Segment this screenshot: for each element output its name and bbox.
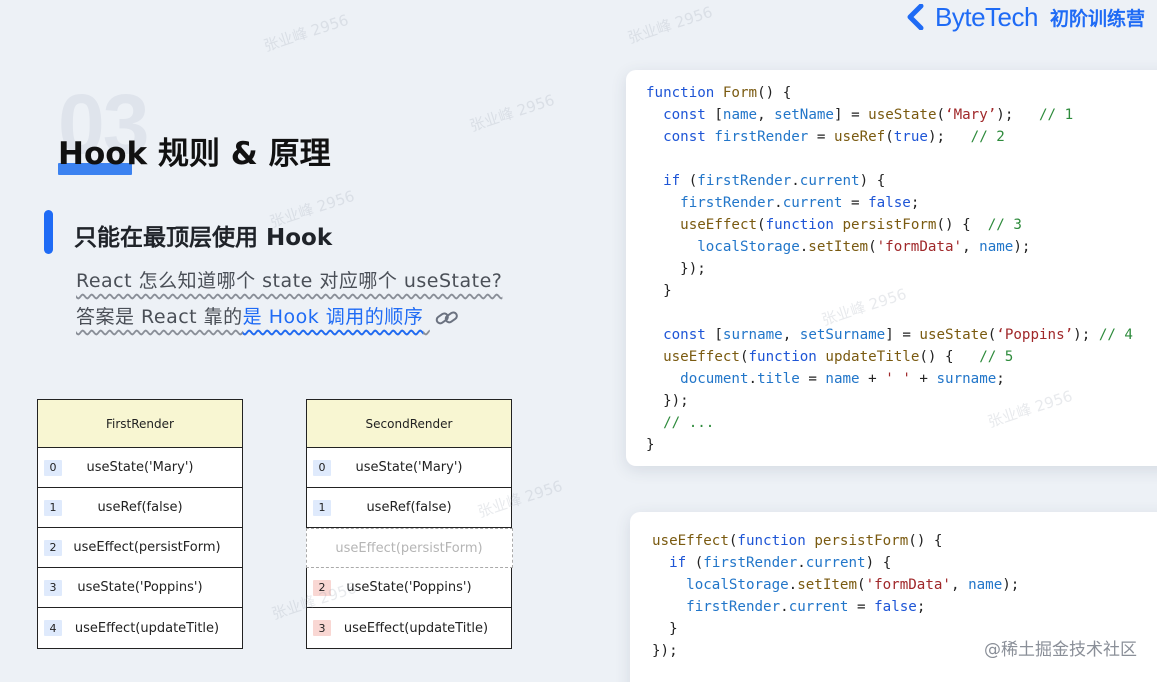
code-line: firstRender.current = false; bbox=[686, 599, 926, 615]
row-text: useEffect(persistForm) bbox=[73, 540, 221, 555]
skipped-table-row: useEffect(persistForm) bbox=[305, 528, 513, 568]
code-line: // ... bbox=[663, 415, 715, 431]
table-row: 2 useState('Poppins') bbox=[307, 568, 511, 608]
note-answer-prefix: 答案是 React 靠的 bbox=[76, 306, 243, 328]
brand-subtitle: 初阶训练营 bbox=[1049, 7, 1145, 30]
row-index: 1 bbox=[44, 499, 62, 516]
subheading-accent-bar bbox=[44, 210, 53, 254]
table-row: 1 useRef(false) bbox=[38, 488, 242, 528]
row-text: useRef(false) bbox=[97, 500, 183, 515]
code-line: localStorage.setItem('formData', name); bbox=[697, 239, 1031, 255]
row-text: useState('Poppins') bbox=[346, 580, 472, 595]
title-rest: 规则 & 原理 bbox=[147, 136, 331, 172]
code-line: const firstRender = useRef(true); // 2 bbox=[663, 129, 1005, 145]
code-line: }); bbox=[680, 261, 706, 277]
first-render-header: FirstRender bbox=[38, 400, 242, 448]
code-line: if (firstRender.current) { bbox=[669, 555, 892, 571]
row-text: useState('Poppins') bbox=[77, 580, 203, 595]
row-index: 1 bbox=[313, 499, 331, 516]
subheading: 只能在最顶层使用 Hook bbox=[74, 225, 333, 251]
code-line: firstRender.current = false; bbox=[680, 195, 920, 211]
code-line: }); bbox=[663, 393, 689, 409]
code-line: document.title = name + ' ' + surname; bbox=[680, 371, 1005, 387]
code-line: localStorage.setItem('formData', name); bbox=[686, 577, 1020, 593]
row-text: useEffect(persistForm) bbox=[335, 540, 483, 556]
row-text: useState('Mary') bbox=[86, 460, 194, 475]
code-line: const [surname, setSurname] = useState(‘… bbox=[663, 327, 1133, 343]
page-title: Hook 规则 & 原理 bbox=[58, 128, 331, 173]
note-question: React 怎么知道哪个 state 对应哪个 useState? bbox=[76, 270, 503, 292]
second-render-table: SecondRender 0 useState('Mary') 1 useRef(f… bbox=[305, 399, 513, 649]
row-index: 0 bbox=[313, 459, 331, 476]
code-line: useEffect(function persistForm() { // 3 bbox=[680, 217, 1022, 233]
watermark: 张业峰 2956 bbox=[625, 2, 715, 48]
brand-name: ByteTech bbox=[935, 1, 1038, 32]
chevron-logo-icon bbox=[907, 4, 924, 30]
code-line: useEffect(function persistForm() { bbox=[652, 533, 943, 549]
row-index: 3 bbox=[44, 579, 62, 596]
link-icon[interactable] bbox=[434, 308, 460, 328]
credit-text: @稀土掘金技术社区 bbox=[984, 640, 1137, 660]
table-row: 4 useEffect(updateTitle) bbox=[38, 608, 242, 648]
row-index: 4 bbox=[44, 620, 62, 636]
row-text: useEffect(updateTitle) bbox=[74, 620, 220, 636]
code-line: } bbox=[663, 283, 672, 299]
note-answer-highlight: 是 Hook 调用的顺序 bbox=[242, 306, 424, 328]
table-row: 3 useState('Poppins') bbox=[38, 568, 242, 608]
second-render-header: SecondRender bbox=[307, 400, 511, 448]
title-hook-word: Hook bbox=[58, 136, 148, 172]
brand-header: ByteTech 初阶训练营 bbox=[905, 2, 1145, 32]
row-index: 2 bbox=[44, 539, 62, 556]
table-row: 2 useEffect(persistForm) bbox=[38, 528, 242, 568]
row-index: 0 bbox=[44, 459, 62, 476]
first-render-table: FirstRender 0 useState('Mary') 1 useRef(fa… bbox=[37, 399, 243, 649]
table-row: 0 useState('Mary') bbox=[307, 448, 511, 488]
code-line: const [name, setName] = useState(‘Mary’)… bbox=[663, 107, 1074, 123]
row-text: useEffect(updateTitle) bbox=[343, 620, 489, 636]
code-line: useEffect(function updateTitle() { // 5 bbox=[663, 349, 1014, 365]
watermark: 张业峰 2956 bbox=[261, 10, 351, 56]
watermark: 张业峰 2956 bbox=[467, 90, 557, 136]
row-index: 2 bbox=[313, 579, 331, 596]
code-line: } bbox=[646, 437, 655, 453]
row-text: useRef(false) bbox=[366, 500, 452, 515]
code-block-main: function Form() { const [name, setName] … bbox=[626, 70, 1157, 466]
row-text: useState('Mary') bbox=[355, 460, 463, 475]
table-row: 1 useRef(false) bbox=[307, 488, 511, 528]
note-answer: 答案是 React 靠的是 Hook 调用的顺序 bbox=[76, 302, 460, 329]
row-index: 3 bbox=[313, 620, 331, 636]
code-line: function Form() { bbox=[646, 85, 792, 101]
code-line: if (firstRender.current) { bbox=[663, 173, 886, 189]
table-row: 0 useState('Mary') bbox=[38, 448, 242, 488]
table-row: 3 useEffect(updateTitle) bbox=[307, 608, 511, 648]
